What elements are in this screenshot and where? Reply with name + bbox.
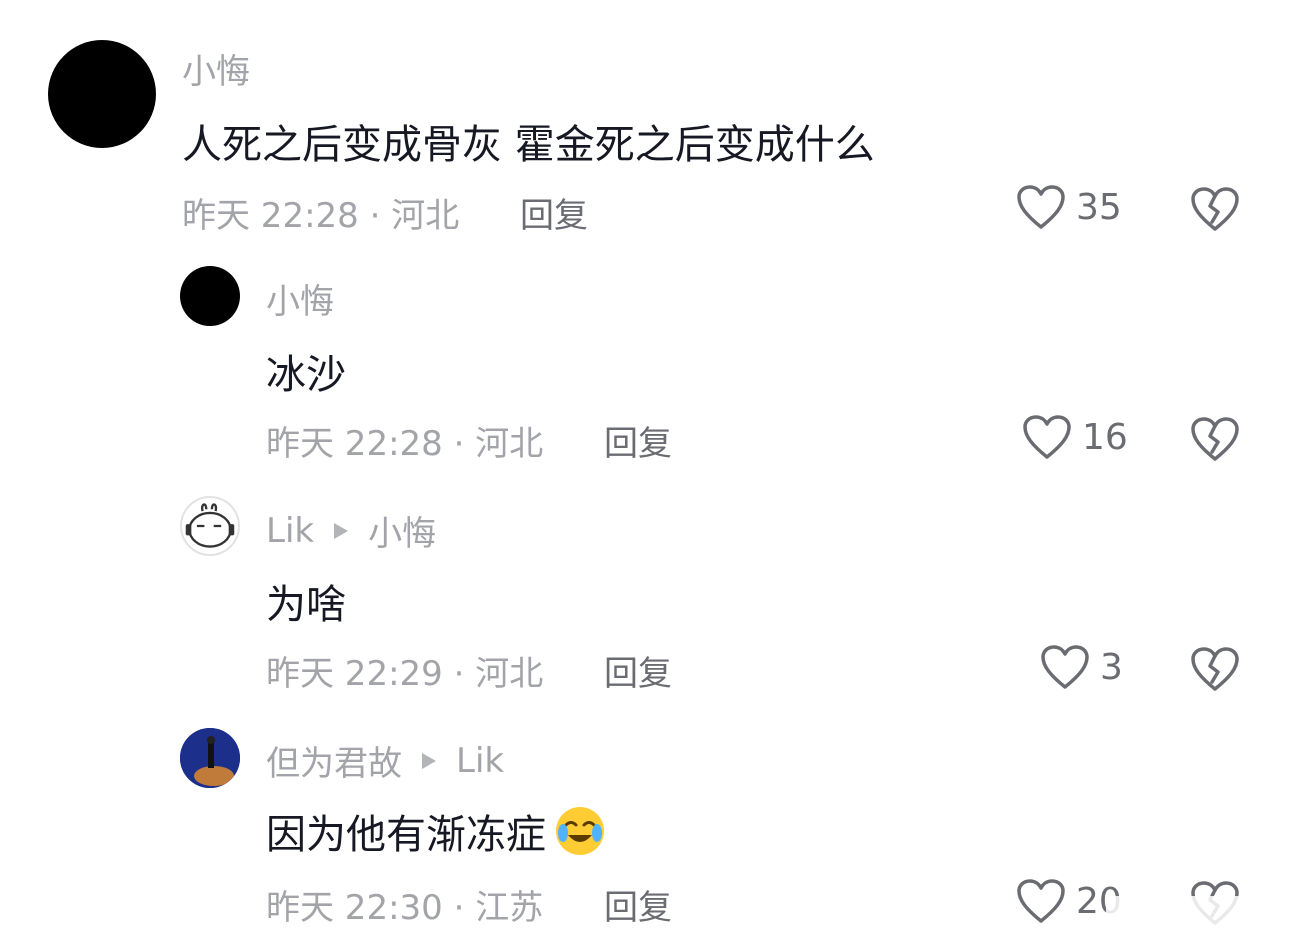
comment-text: 人死之后变成骨灰 霍金死之后变成什么 [182, 122, 875, 168]
heart-outline-icon [1017, 185, 1065, 229]
reply-to-username[interactable]: Lik [456, 741, 504, 781]
username[interactable]: 小悔 [266, 274, 334, 323]
avatar[interactable] [180, 728, 240, 788]
like-count: 35 [1076, 186, 1122, 228]
avatar[interactable] [180, 496, 240, 556]
photo-avatar [180, 728, 240, 788]
avatar[interactable] [48, 40, 156, 148]
reply-button[interactable]: 回复 [604, 416, 672, 465]
comment-meta: 昨天 22:30 · 江苏 [266, 888, 544, 928]
broken-heart-icon[interactable] [1190, 186, 1240, 232]
heart-outline-icon [1017, 879, 1065, 923]
like-button[interactable]: 16 [1022, 414, 1128, 460]
like-count: 3 [1100, 646, 1123, 688]
like-button[interactable]: 3 [1040, 644, 1123, 690]
broken-heart-icon[interactable] [1190, 416, 1240, 462]
comment-meta: 昨天 22:28 · 河北 [182, 196, 460, 236]
username[interactable]: Lik [266, 511, 314, 551]
reply-to-username[interactable]: 小悔 [368, 506, 436, 555]
reply-button[interactable]: 回复 [520, 188, 588, 237]
comment-meta: 昨天 22:29 · 河北 [266, 654, 544, 694]
crying-laughing-emoji [556, 807, 604, 855]
triangle-right-icon [334, 522, 349, 539]
comment-text: 为啥 [266, 582, 346, 628]
triangle-right-icon [422, 752, 436, 769]
comment-text: 冰沙 [266, 352, 346, 398]
broken-heart-icon[interactable] [1190, 646, 1240, 692]
like-count: 16 [1082, 416, 1128, 458]
comment-text: 因为他有渐冻症 [266, 812, 546, 858]
heart-outline-icon [1023, 415, 1071, 459]
reply-button[interactable]: 回复 [604, 646, 672, 695]
like-button[interactable]: 35 [1016, 184, 1122, 230]
comment-body: 因为他有渐冻症 [266, 802, 606, 860]
username[interactable]: 小悔 [182, 44, 250, 93]
reply-button[interactable]: 回复 [604, 880, 672, 929]
comment-meta: 昨天 22:28 · 河北 [266, 424, 544, 464]
cartoon-face-icon [185, 503, 235, 548]
avatar[interactable] [180, 266, 240, 326]
watermark-overlay [1106, 896, 1290, 934]
username[interactable]: 但为君故 [266, 736, 402, 785]
heart-outline-icon [1041, 645, 1089, 689]
